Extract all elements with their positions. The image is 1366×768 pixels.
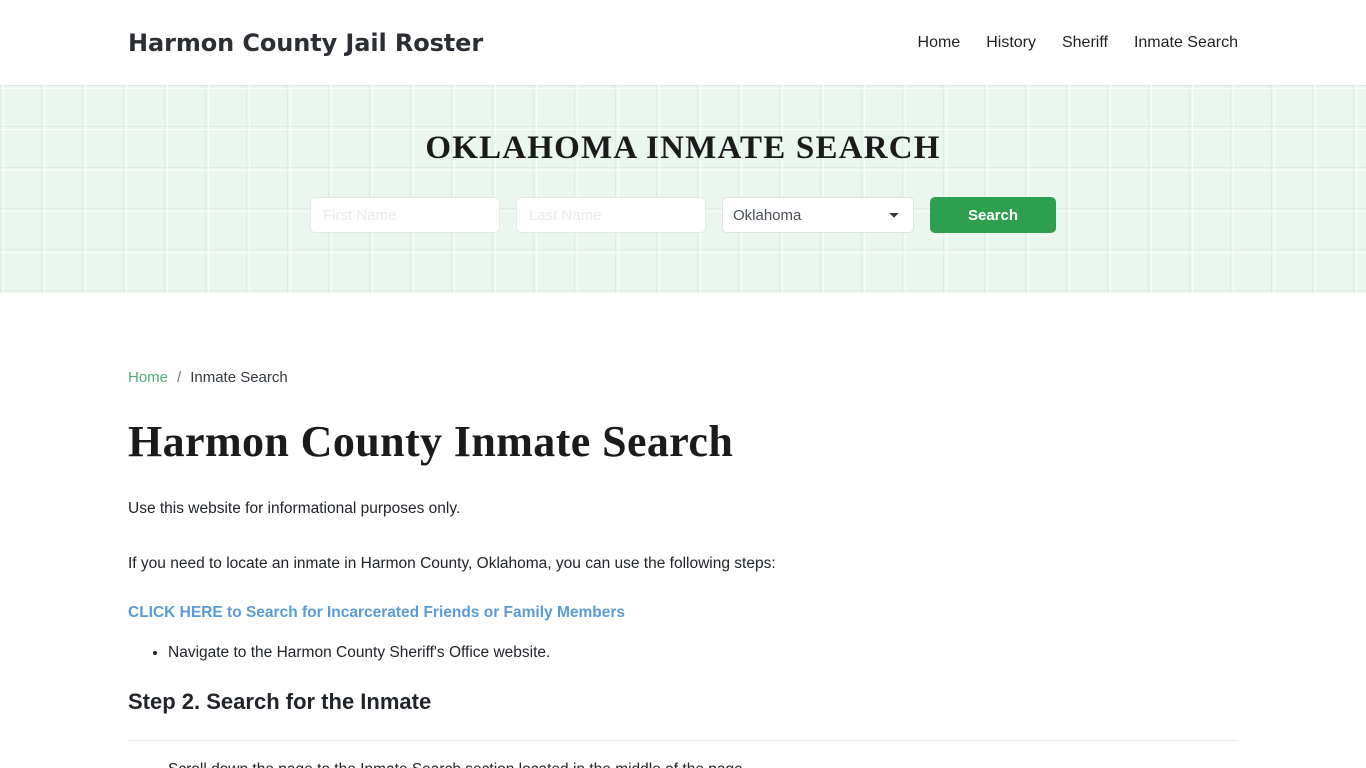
steps-intro-paragraph: If you need to locate an inmate in Harmo…	[128, 554, 776, 572]
last-name-input[interactable]	[516, 197, 706, 233]
step2-bullet-list: Scroll down the page to the Inmate Searc…	[128, 758, 1238, 768]
inmate-search-cta-link[interactable]: CLICK HERE to Search for Incarcerated Fr…	[128, 601, 1238, 624]
step2-heading: Step 2. Search for the Inmate	[128, 689, 432, 715]
list-item: Navigate to the Harmon County Sheriff's …	[168, 641, 1238, 665]
site-header: Harmon County Jail Roster Home History S…	[0, 0, 1366, 85]
breadcrumb-separator: /	[177, 369, 182, 386]
page-title: Harmon County Inmate Search	[128, 417, 734, 466]
hero-title: OKLAHOMA INMATE SEARCH	[425, 130, 941, 166]
breadcrumb-link-home[interactable]: Home	[128, 370, 168, 385]
breadcrumb: Home / Inmate Search	[128, 293, 1238, 385]
state-select[interactable]: Oklahoma	[722, 197, 914, 233]
main-content: Home / Inmate Search Harmon County Inmat…	[0, 293, 1366, 768]
search-submit-button[interactable]: Search	[930, 197, 1056, 233]
nav-item-home[interactable]: Home	[918, 34, 961, 51]
main-navigation: Home History Sheriff Inmate Search	[918, 34, 1238, 51]
nav-item-inmate-search[interactable]: Inmate Search	[1134, 34, 1238, 51]
nav-item-history[interactable]: History	[986, 34, 1036, 51]
list-item: Scroll down the page to the Inmate Searc…	[168, 758, 1238, 768]
hero-search-section: OKLAHOMA INMATE SEARCH Oklahoma Search	[0, 85, 1366, 293]
intro-paragraph: Use this website for informational purpo…	[128, 500, 461, 518]
site-brand-link[interactable]: Harmon County Jail Roster	[128, 29, 483, 57]
section-divider	[128, 739, 1238, 741]
inmate-search-form: Oklahoma Search	[310, 197, 1056, 233]
breadcrumb-current: Inmate Search	[190, 369, 288, 386]
nav-item-sheriff[interactable]: Sheriff	[1062, 34, 1108, 51]
step1-bullet-list: Navigate to the Harmon County Sheriff's …	[128, 641, 1238, 665]
first-name-input[interactable]	[310, 197, 500, 233]
